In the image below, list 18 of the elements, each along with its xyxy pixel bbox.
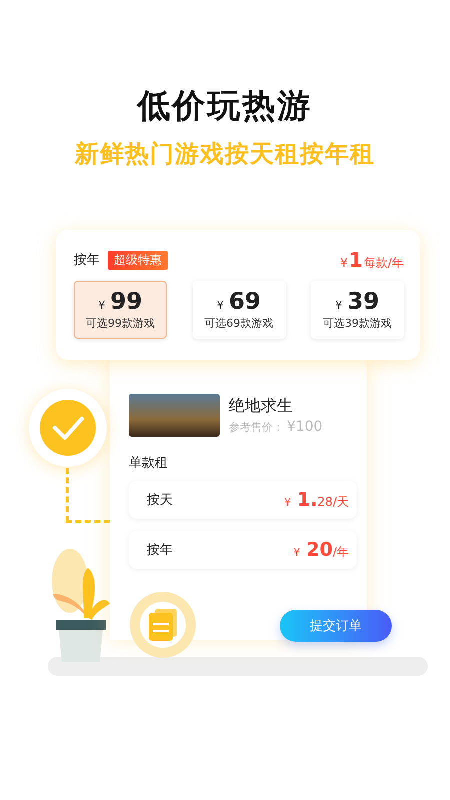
option-price: ¥ 1.28/天 [284,489,349,511]
subheadline: 新鲜热门游戏按天租按年租 [75,139,375,170]
promo-badge: 超级特惠 [108,250,168,270]
section-title: 单款租 [129,455,169,473]
plan-option[interactable]: ¥ 39 可选39款游戏 [311,281,404,339]
rental-option[interactable]: 按天 ¥ 1.28/天 [129,481,357,519]
headline: 低价玩热游 [138,86,312,126]
reference-price: ¥100 [287,418,323,434]
plan-option[interactable]: ¥ 69 可选69款游戏 [192,281,286,339]
reference-price-label: 参考售价： [229,420,284,434]
option-label: 按天 [147,492,173,509]
plan-option[interactable]: ¥ 99 可选99款游戏 [74,281,167,339]
rental-option[interactable]: 按年 ¥ 20/年 [129,531,357,569]
game-title: 绝地求生 [229,394,294,416]
price-label: ¥1 每款/年 [340,248,404,272]
option-label: 按年 [147,542,173,559]
plan-title: 按年 [74,252,100,269]
option-price: ¥ 20/年 [294,539,349,561]
